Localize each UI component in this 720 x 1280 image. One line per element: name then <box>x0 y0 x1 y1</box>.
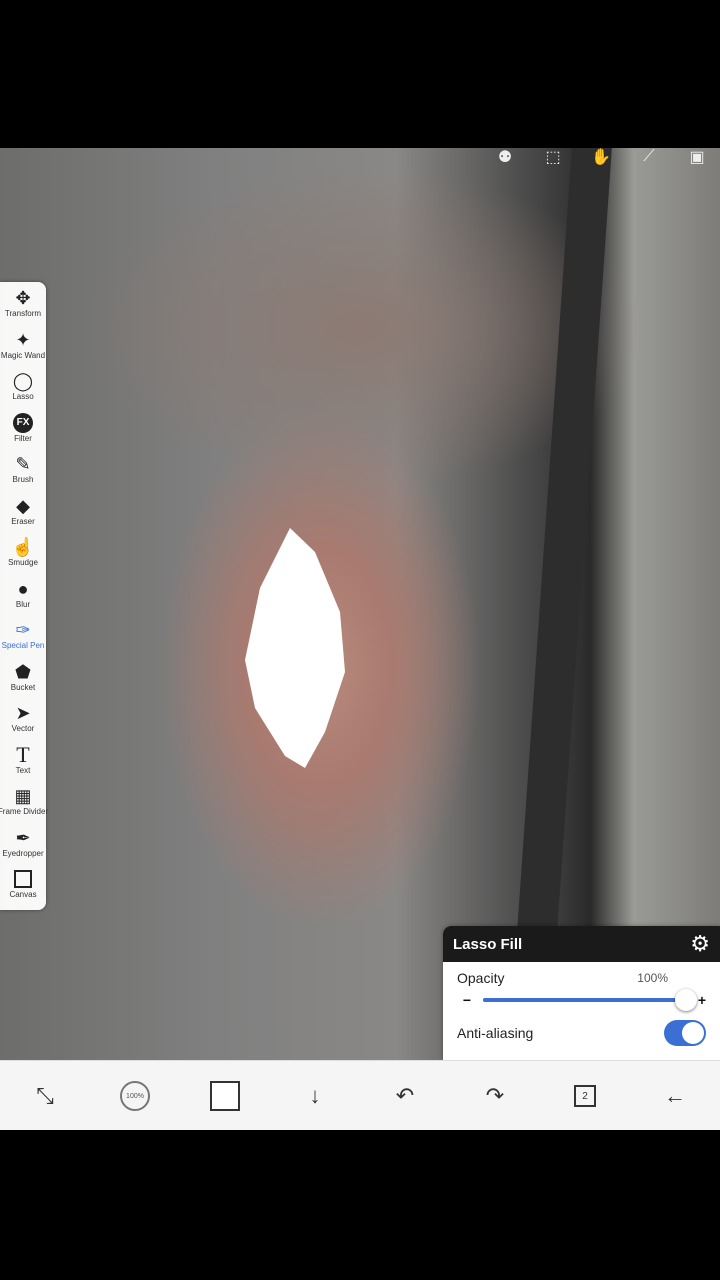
tool-label: Filter <box>14 433 32 443</box>
tool-frame-divider[interactable]: ▦ Frame Divider <box>0 780 49 822</box>
frame-divider-icon: ▦ <box>14 786 32 807</box>
color-button[interactable] <box>205 1076 245 1116</box>
tool-label: Bucket <box>10 682 36 692</box>
vector-cursor-icon: ➤ <box>15 703 31 724</box>
antialiasing-toggle[interactable] <box>664 1020 706 1046</box>
tool-label: Brush <box>12 475 34 485</box>
antialiasing-row: Anti-aliasing <box>443 1020 720 1046</box>
panel-header: Lasso Fill ⚙ <box>443 926 720 962</box>
hand-icon[interactable]: ✋ <box>588 148 614 166</box>
tool-blur[interactable]: ● Blur <box>0 573 46 615</box>
canvas-artwork-frame <box>508 148 612 1060</box>
download-icon[interactable]: ↓ <box>295 1076 335 1116</box>
tool-text[interactable]: T Text <box>0 739 46 781</box>
tool-label: Eraser <box>11 516 35 526</box>
lasso-fill-panel: Lasso Fill ⚙ Opacity 100% − + Anti-alias… <box>443 926 720 1060</box>
smudge-icon: ☝ <box>11 537 35 558</box>
tool-eyedropper[interactable]: ✒ Eyedropper <box>0 822 46 864</box>
opacity-slider[interactable] <box>483 989 697 1011</box>
magic-wand-icon: ✦ <box>15 329 31 350</box>
tool-label: Magic Wand <box>0 350 46 360</box>
layers-button[interactable]: 2 <box>565 1076 605 1116</box>
tool-label: Text <box>15 765 31 775</box>
canvas-icon <box>14 868 32 890</box>
opacity-slider-knob[interactable] <box>675 989 697 1011</box>
tool-eraser[interactable]: ◆ Eraser <box>0 490 46 532</box>
tool-label: Eyedropper <box>2 848 44 858</box>
brush-size-button[interactable]: 100% <box>115 1076 155 1116</box>
filter-icon: FX <box>13 412 33 434</box>
text-icon: T <box>16 741 30 767</box>
tool-magic-wand[interactable]: ✦ Magic Wand <box>0 324 46 366</box>
tool-label: Vector <box>11 724 35 734</box>
opacity-row: Opacity 100% <box>443 970 720 986</box>
bucket-icon: ⬟ <box>15 661 31 682</box>
eyedropper-icon: ✒ <box>15 827 31 848</box>
brush-icon: ✎ <box>15 454 31 475</box>
back-icon[interactable]: ← <box>655 1076 695 1116</box>
opacity-label: Opacity <box>457 970 505 986</box>
gear-icon[interactable]: ⚙ <box>690 931 710 957</box>
top-letterbox <box>0 0 720 148</box>
top-toolbar: ⚉ ⬚ ✋ ⟋ ▣ <box>492 148 710 166</box>
opacity-slider-fill <box>483 998 686 1002</box>
frame-icon[interactable]: ▣ <box>684 148 710 166</box>
tool-lasso[interactable]: ◯ Lasso <box>0 365 46 407</box>
tool-label: Blur <box>15 599 31 609</box>
opacity-value: 100% <box>637 971 668 985</box>
color-swatch <box>210 1081 240 1111</box>
tool-label: Transform <box>4 309 42 319</box>
ruler-icon[interactable]: ⟋ <box>636 148 662 166</box>
antialiasing-label: Anti-aliasing <box>457 1025 534 1041</box>
opacity-slider-row: − + <box>443 986 720 1011</box>
redo-icon[interactable]: ↷ <box>475 1076 515 1116</box>
transform-icon: ✥ <box>15 288 31 309</box>
tool-brush[interactable]: ✎ Brush <box>0 448 46 490</box>
blur-icon: ● <box>17 578 29 599</box>
bottom-letterbox <box>0 1130 720 1280</box>
modify-icon[interactable]: ⤡ <box>25 1076 65 1116</box>
drawing-canvas[interactable] <box>0 148 720 1060</box>
tool-bucket[interactable]: ⬟ Bucket <box>0 656 46 698</box>
tool-vector[interactable]: ➤ Vector <box>0 697 46 739</box>
tool-label: Canvas <box>9 890 37 900</box>
minus-button[interactable]: − <box>461 992 473 1008</box>
tool-canvas[interactable]: Canvas <box>0 863 46 905</box>
tool-smudge[interactable]: ☝ Smudge <box>0 531 46 573</box>
left-toolbar: ✥ Transform ✦ Magic Wand ◯ Lasso FX Filt… <box>0 282 49 910</box>
bottom-toolbar: ⤡ 100% ↓ ↶ ↷ 2 ← <box>0 1060 720 1131</box>
plus-button[interactable]: + <box>696 992 708 1008</box>
tool-label: Special Pen <box>1 641 45 651</box>
tool-label: Lasso <box>12 392 34 402</box>
panel-title: Lasso Fill <box>453 935 523 953</box>
eraser-icon: ◆ <box>16 495 30 516</box>
tool-transform[interactable]: ✥ Transform <box>0 282 46 324</box>
tool-label: Smudge <box>8 558 38 568</box>
selection-icon[interactable]: ⬚ <box>540 148 566 166</box>
lasso-icon: ◯ <box>12 371 34 392</box>
tool-special-pen[interactable]: ✑ Special Pen <box>0 614 46 656</box>
tool-label: Frame Divider <box>0 807 49 817</box>
layers-icon: 2 <box>574 1085 596 1107</box>
undo-icon[interactable]: ↶ <box>385 1076 425 1116</box>
special-pen-icon: ✑ <box>15 620 31 641</box>
layer-toggle-icon[interactable]: ⚉ <box>492 148 518 166</box>
canvas-fill-shape <box>245 528 345 768</box>
brush-size-icon: 100% <box>120 1081 150 1111</box>
tool-filter[interactable]: FX Filter <box>0 407 46 449</box>
